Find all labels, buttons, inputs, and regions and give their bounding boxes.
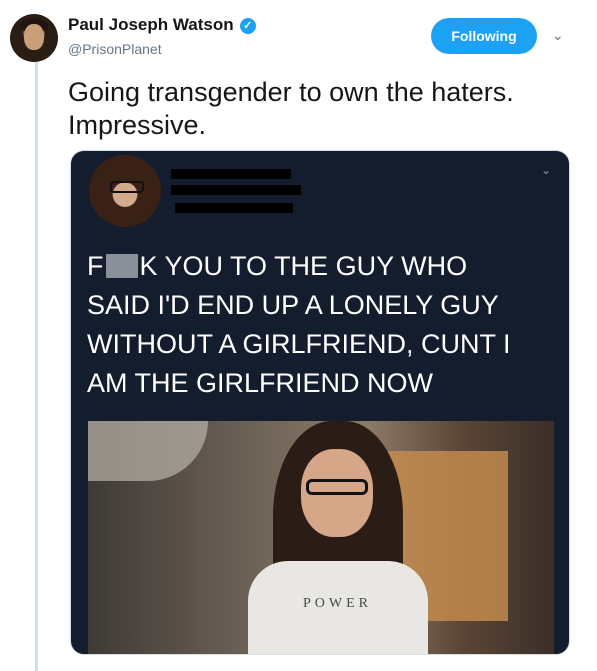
censor-block <box>105 254 138 278</box>
thread-line <box>35 62 38 671</box>
embedded-avatar <box>89 155 161 227</box>
tweet-media[interactable]: ⌄ F K YOU TO THE GUY WHO SAID I'D END UP … <box>70 150 570 655</box>
meme-caption-line: WITHOUT A GIRLFRIEND, CUNT I <box>87 329 511 359</box>
tweet-text-line: Going transgender to own the haters. <box>68 77 514 107</box>
verified-badge-icon: ✓ <box>239 18 256 34</box>
person-glasses <box>306 479 368 495</box>
tweet-text: Going transgender to own the haters. Imp… <box>68 76 568 142</box>
redacted-handle <box>175 203 293 213</box>
tweet-text-line: Impressive. <box>68 110 207 140</box>
redacted-name <box>171 185 301 195</box>
avatar[interactable] <box>10 14 58 62</box>
meme-caption-line: F K YOU TO THE GUY WHO <box>87 247 557 286</box>
meme-caption-start: F <box>87 251 104 281</box>
author-name-text[interactable]: Paul Joseph Watson <box>68 15 234 34</box>
avatar-face <box>24 24 44 50</box>
meme-caption: F K YOU TO THE GUY WHO SAID I'D END UP A … <box>87 247 557 403</box>
shirt-print: POWER <box>303 596 372 611</box>
embedded-photo: POWER <box>88 421 554 654</box>
chevron-down-icon[interactable]: ⌄ <box>552 27 570 45</box>
following-button[interactable]: Following <box>431 18 537 54</box>
redacted-name <box>171 169 291 179</box>
author-handle[interactable]: @PrisonPlanet <box>68 41 162 57</box>
desk-lamp <box>88 421 208 481</box>
chevron-down-icon: ⌄ <box>541 163 552 177</box>
meme-caption-end: K YOU TO THE GUY WHO <box>139 251 468 281</box>
embedded-avatar-glasses <box>110 181 144 193</box>
meme-caption-line: AM THE GIRLFRIEND NOW <box>87 368 434 398</box>
author-name[interactable]: Paul Joseph Watson ✓ <box>68 15 256 35</box>
meme-caption-line: SAID I'D END UP A LONELY GUY <box>87 290 499 320</box>
